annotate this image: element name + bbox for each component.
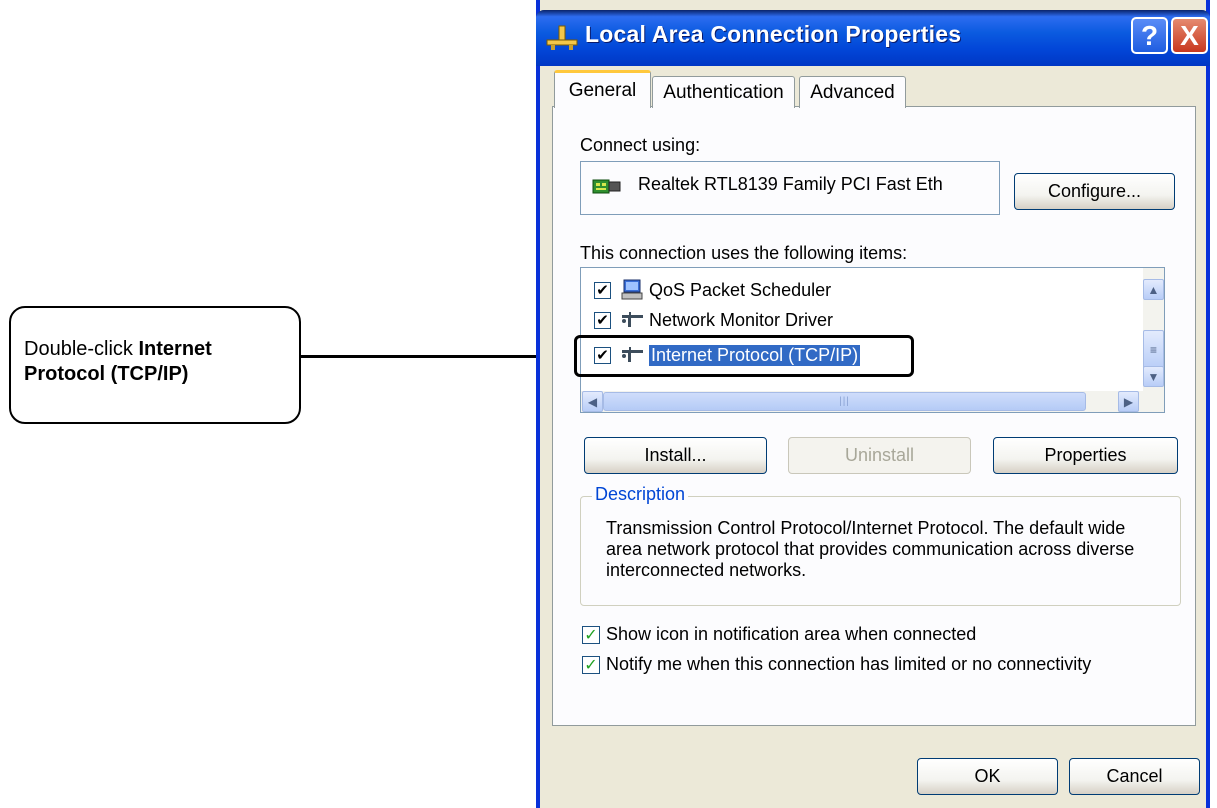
tab-authentication[interactable]: Authentication xyxy=(652,76,795,108)
network-adapter-icon xyxy=(592,179,621,194)
instruction-bold-2: Protocol (TCP/IP) xyxy=(24,363,189,385)
ok-button-label: OK xyxy=(974,766,1001,786)
scroll-down-button[interactable]: ▼ xyxy=(1143,366,1164,387)
network-connection-icon xyxy=(546,25,578,50)
adapter-name: Realtek RTL8139 Family PCI Fast Eth xyxy=(638,174,943,194)
tab-general[interactable]: General xyxy=(554,70,651,108)
instruction-text: Double-click Internet Protocol (TCP/IP) xyxy=(24,337,294,387)
qos-computer-icon xyxy=(621,279,643,300)
network-protocol-icon xyxy=(622,312,643,327)
ok-button[interactable]: OK xyxy=(917,758,1058,795)
configure-button-label: Configure... xyxy=(1047,181,1142,201)
chevron-left-icon: ◀ xyxy=(587,394,598,409)
tab-advanced[interactable]: Advanced xyxy=(799,76,906,108)
qos-label: QoS Packet Scheduler xyxy=(649,279,832,300)
qos-checkbox[interactable]: ✔ xyxy=(594,281,611,299)
help-icon: ? xyxy=(1140,19,1159,51)
chevron-down-icon: ▼ xyxy=(1147,369,1160,384)
notify-option[interactable]: ✓ Notify me when this connection has lim… xyxy=(582,654,1091,675)
description-title: Description xyxy=(592,484,689,505)
close-icon: X xyxy=(1180,19,1199,51)
list-item-network-monitor[interactable]: ✔ Network Monitor Driver xyxy=(594,307,833,333)
cancel-button[interactable]: Cancel xyxy=(1069,758,1200,795)
dialog-title: Local Area Connection Properties xyxy=(585,21,962,47)
help-button[interactable]: ? xyxy=(1131,17,1168,54)
install-button-label: Install... xyxy=(644,445,707,465)
grip-icon: ||| xyxy=(839,396,850,407)
tcpip-highlight-frame xyxy=(574,335,914,377)
properties-button-label: Properties xyxy=(1044,445,1127,465)
callout-leader-line xyxy=(301,355,574,358)
show-icon-checkbox[interactable]: ✓ xyxy=(582,625,600,644)
chevron-up-icon: ▲ xyxy=(1147,282,1160,297)
cancel-button-label: Cancel xyxy=(1106,766,1163,786)
instruction-prefix: Double-click xyxy=(24,338,139,360)
scroll-right-button[interactable]: ▶ xyxy=(1118,391,1139,412)
scroll-left-button[interactable]: ◀ xyxy=(582,391,603,412)
notify-checkbox[interactable]: ✓ xyxy=(582,655,600,674)
connect-using-label: Connect using: xyxy=(580,135,701,155)
close-button[interactable]: X xyxy=(1171,17,1208,54)
scroll-up-button[interactable]: ▲ xyxy=(1143,279,1164,300)
uninstall-button-label: Uninstall xyxy=(844,445,915,465)
chevron-right-icon: ▶ xyxy=(1123,394,1134,409)
configure-button[interactable]: Configure... xyxy=(1014,173,1175,210)
properties-button[interactable]: Properties xyxy=(993,437,1178,474)
grip-icon: ≡ xyxy=(1149,343,1157,357)
horizontal-scroll-thumb[interactable]: ||| xyxy=(603,392,1086,411)
instruction-bold-1: Internet xyxy=(138,338,212,360)
install-button[interactable]: Install... xyxy=(584,437,767,474)
network-monitor-checkbox[interactable]: ✔ xyxy=(594,311,611,329)
description-text: Transmission Control Protocol/Internet P… xyxy=(606,518,1135,580)
uninstall-button[interactable]: Uninstall xyxy=(788,437,971,474)
show-icon-option[interactable]: ✓ Show icon in notification area when co… xyxy=(582,624,976,645)
vertical-scroll-thumb[interactable]: ≡ xyxy=(1143,330,1164,370)
network-monitor-label: Network Monitor Driver xyxy=(649,309,834,330)
show-icon-label: Show icon in notification area when conn… xyxy=(606,624,977,644)
notify-label: Notify me when this connection has limit… xyxy=(606,654,1092,674)
list-item-qos[interactable]: ✔ QoS Packet Scheduler xyxy=(594,277,831,303)
items-label: This connection uses the following items… xyxy=(580,243,908,263)
